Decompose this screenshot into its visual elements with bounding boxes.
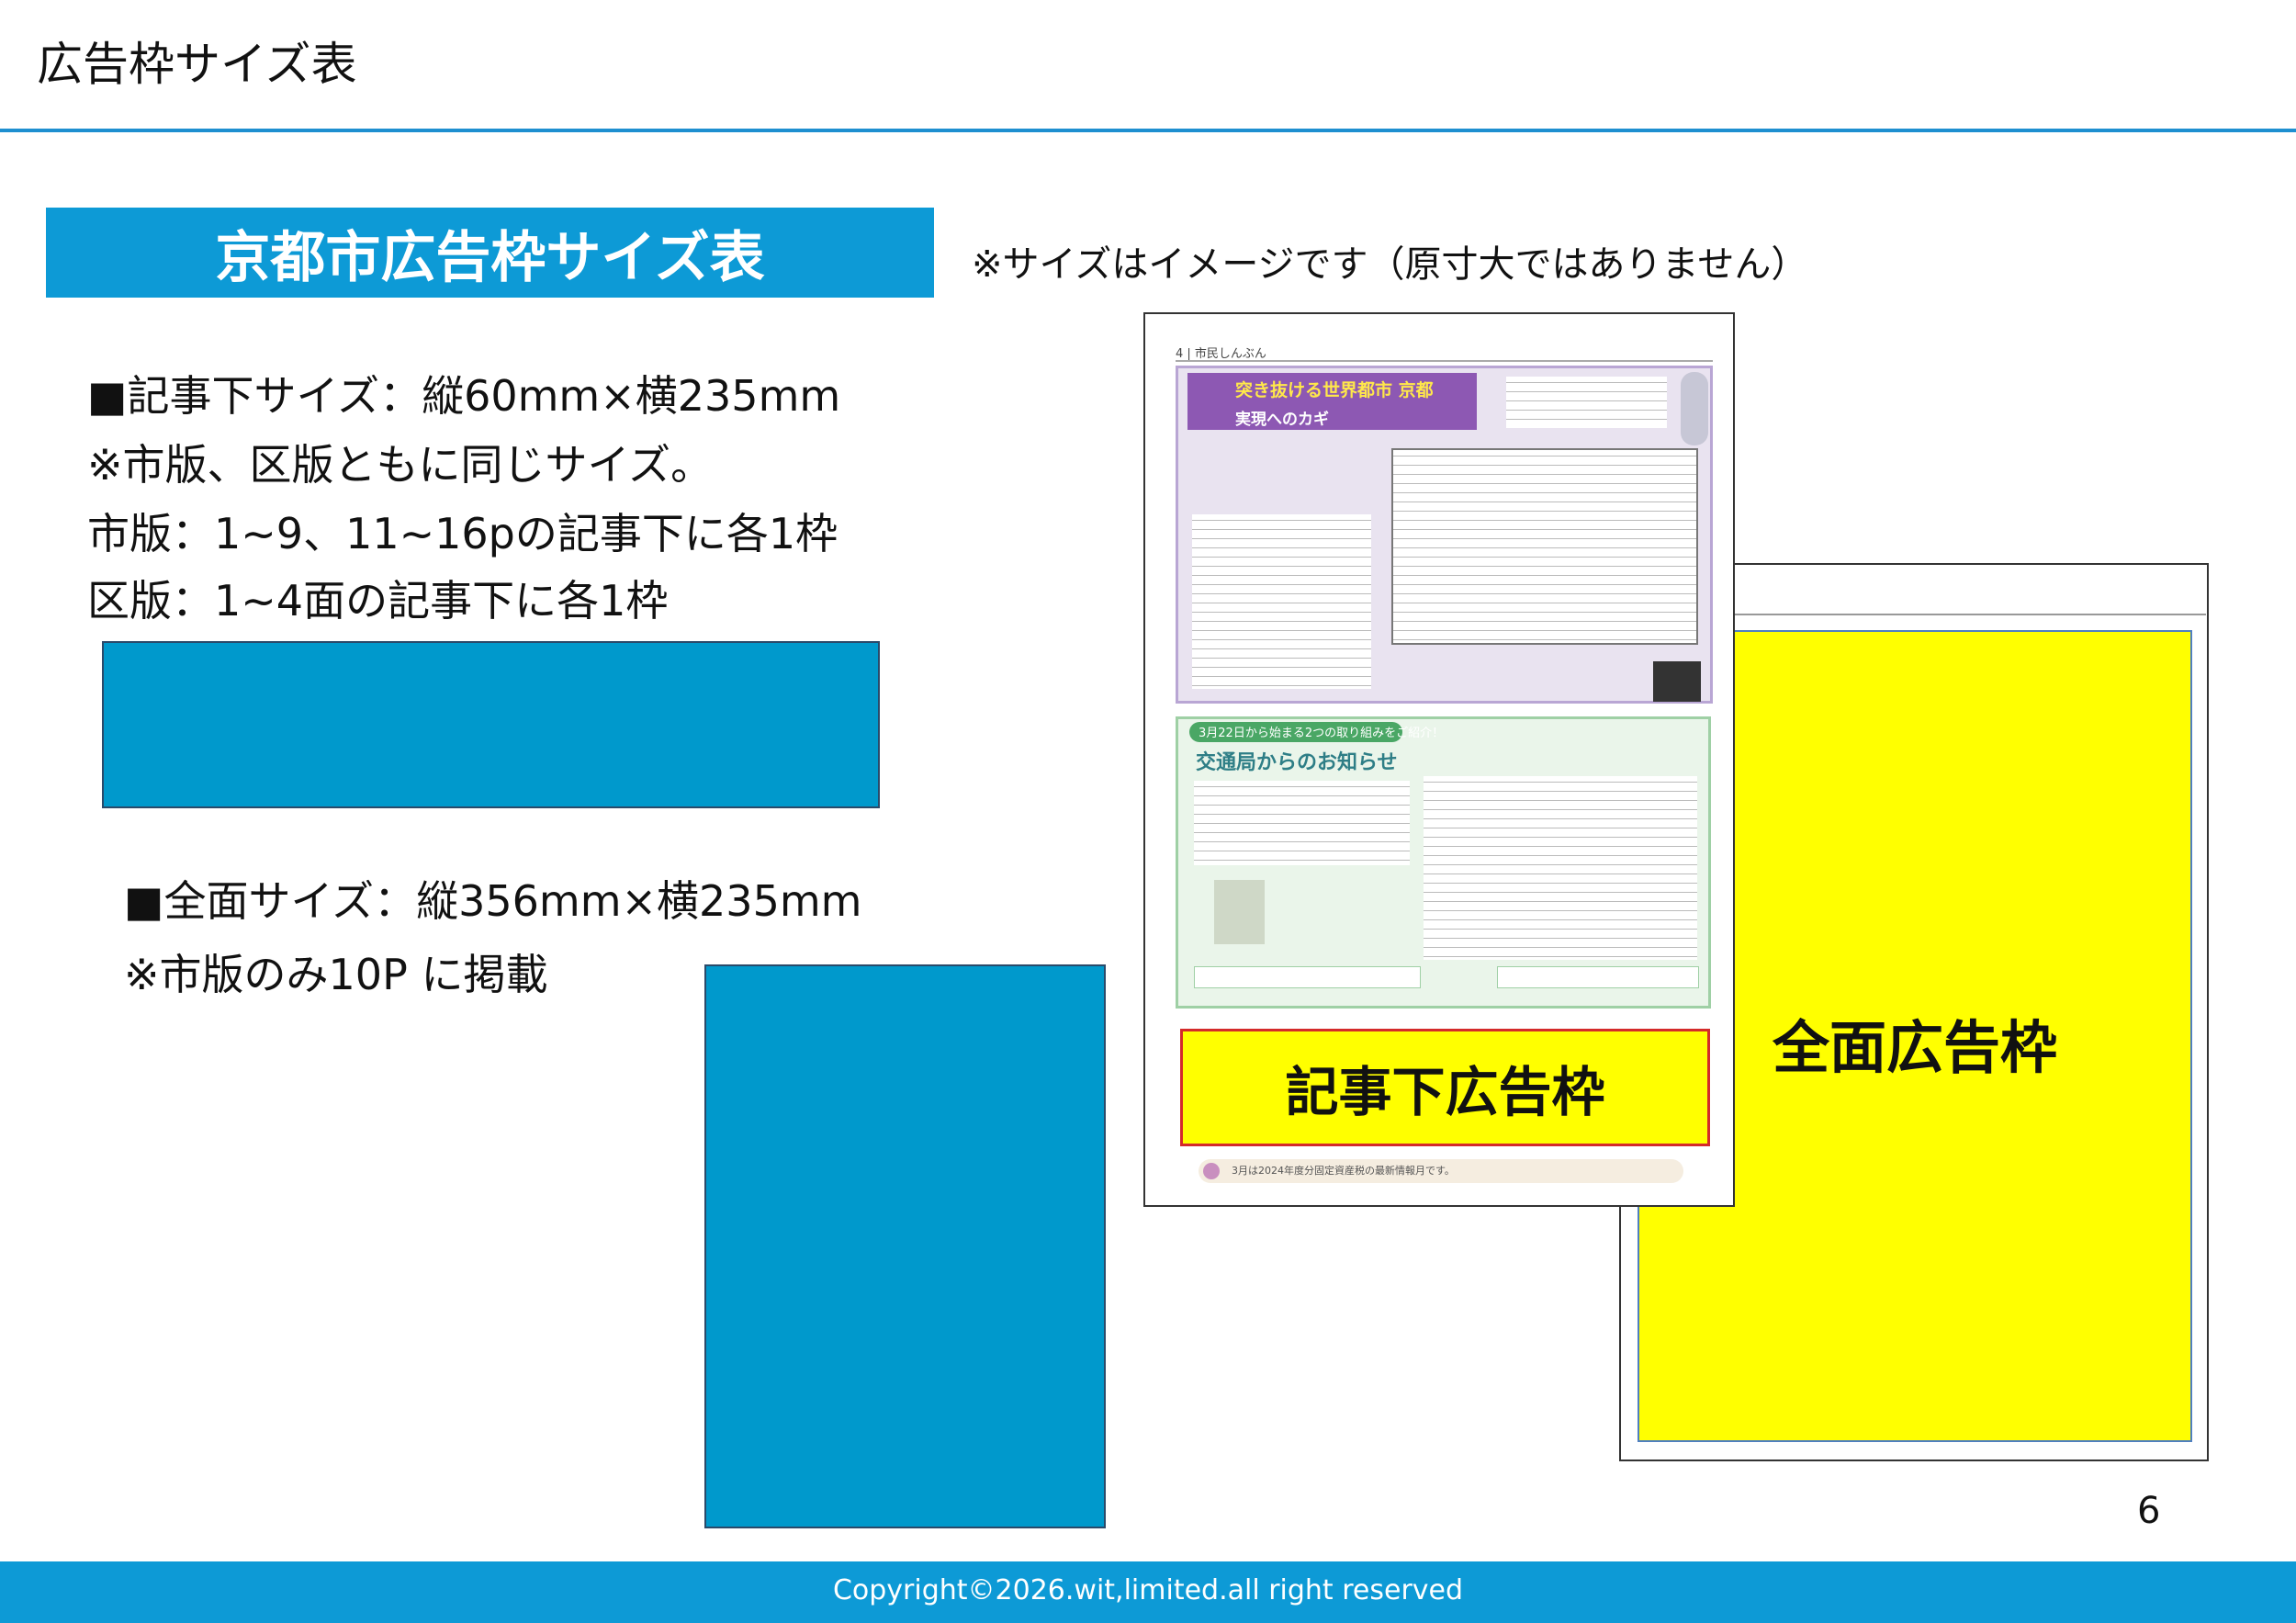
spec-full-line-1: ■全面サイズ：縦356mm×横235mm bbox=[124, 876, 862, 926]
article-title-line-1: 突き抜ける世界都市 京都 bbox=[1235, 380, 1434, 400]
article-title-line-2: 実現へのカギ bbox=[1235, 411, 1329, 429]
spec-under-line-2: ※市版、区版ともに同じサイズ。 bbox=[87, 440, 714, 490]
spec-under-line-4: 区版：1~4面の記事下に各1枠 bbox=[87, 576, 669, 626]
spec-under-line-1: ■記事下サイズ：縦60mm×横235mm bbox=[87, 371, 841, 421]
newspaper-header: 4 | 市民しんぶん bbox=[1176, 347, 1266, 361]
qr-code-icon bbox=[1653, 661, 1701, 702]
article-text-block bbox=[1506, 377, 1667, 428]
title-divider bbox=[0, 129, 2296, 132]
article-text-block bbox=[1424, 776, 1697, 960]
article-under-ad-area: 記事下広告枠 bbox=[1180, 1029, 1710, 1146]
size-note: ※サイズはイメージです（原寸大ではありません） bbox=[972, 243, 1808, 286]
article-text-block bbox=[1194, 781, 1410, 865]
spec-under-line-3: 市版：1~9、11~16pの記事下に各1枠 bbox=[87, 509, 838, 558]
back-page-header-rule bbox=[1664, 614, 2206, 615]
green-section-title: 交通局からのお知らせ bbox=[1196, 751, 1398, 774]
newspaper-footnote: 3月は2024年度分固定資産税の最新情報月です。 bbox=[1199, 1159, 1683, 1183]
contact-strip bbox=[1194, 966, 1421, 988]
page-title: 広告枠サイズ表 bbox=[37, 38, 357, 91]
article-text-block bbox=[1192, 514, 1371, 689]
section-banner: 京都市広告枠サイズ表 bbox=[46, 208, 934, 298]
full-page-size-box bbox=[704, 964, 1106, 1528]
spec-full-line-2: ※市版のみ10P に掲載 bbox=[124, 950, 548, 999]
page-number: 6 bbox=[2137, 1490, 2161, 1532]
copyright-text: Copyright©2026.wit,limited.all right res… bbox=[832, 1574, 1464, 1606]
newspaper-header-rule bbox=[1176, 360, 1713, 362]
footnote-icon bbox=[1203, 1163, 1220, 1179]
contact-strip bbox=[1497, 966, 1699, 988]
green-section-pill-text: 3月22日から始まる2つの取り組みをご紹介！ bbox=[1199, 727, 1445, 740]
illustration-person bbox=[1681, 372, 1708, 445]
article-under-ad-label: 記事下広告枠 bbox=[1285, 1061, 1605, 1123]
bus-stop-illustration bbox=[1214, 880, 1265, 944]
banner-title: 京都市広告枠サイズ表 bbox=[215, 225, 765, 290]
article-notebook bbox=[1391, 448, 1698, 645]
article-under-size-box bbox=[102, 641, 880, 808]
